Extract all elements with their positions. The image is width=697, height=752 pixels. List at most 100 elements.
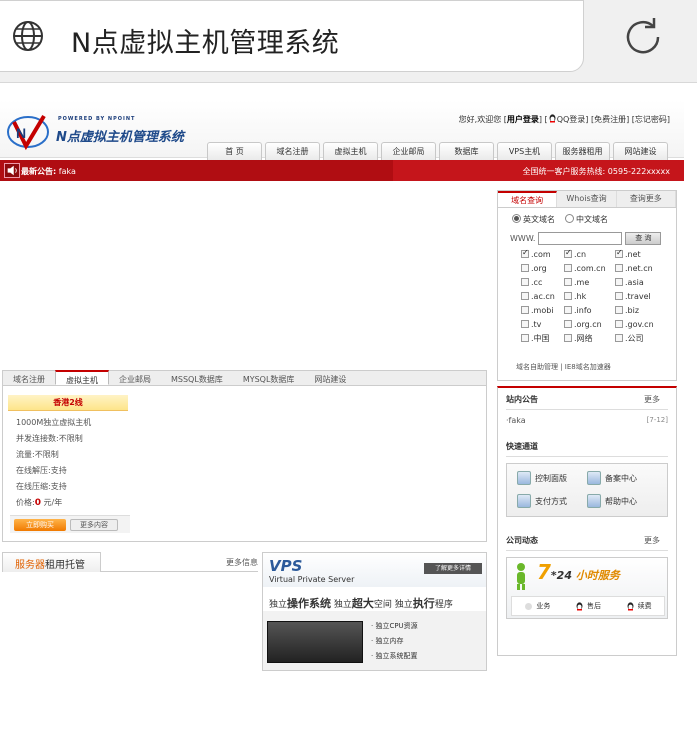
qq-login-link[interactable]: QQ登录 xyxy=(557,115,586,124)
checkbox-icon xyxy=(521,248,529,258)
qq-icon xyxy=(627,601,634,610)
checkbox-icon xyxy=(521,278,529,286)
nav-database[interactable]: 数据库 xyxy=(439,142,494,160)
quick-help[interactable]: 帮助中心 xyxy=(587,493,657,509)
tld-checkbox[interactable]: .me xyxy=(564,278,615,288)
tab-whois[interactable]: Whois查询 xyxy=(557,191,617,207)
greeting-text: 您好,欢迎您 [ xyxy=(458,115,507,124)
announce-date: [7-12] xyxy=(646,416,668,424)
domain-search-row: WWW. 查 询 xyxy=(510,232,662,245)
tld-checkbox[interactable]: .com xyxy=(521,248,564,260)
slogan-part: 超大 xyxy=(351,597,374,610)
service-business[interactable]: 业务 xyxy=(524,601,550,611)
tld-checkbox[interactable]: .公司 xyxy=(615,334,665,344)
control-panel-icon xyxy=(517,471,531,485)
tld-label: .com.cn xyxy=(574,264,606,273)
tab-domain-query[interactable]: 域名查询 xyxy=(498,191,558,207)
tld-label: .gov.cn xyxy=(625,320,654,329)
reload-icon[interactable] xyxy=(620,14,666,60)
tld-checkbox[interactable]: .org.cn xyxy=(564,320,615,330)
tab-query-more[interactable]: 查询更多 xyxy=(617,191,676,207)
tab-virtual-host[interactable]: 虚拟主机 xyxy=(55,370,109,385)
tab-mysql[interactable]: MYSQL数据库 xyxy=(233,371,305,386)
quick-payment[interactable]: 支付方式 xyxy=(517,493,587,509)
nav-virtual-host[interactable]: 虚拟主机 xyxy=(323,142,378,160)
server-tab[interactable]: 服务器租用托管 xyxy=(2,552,101,572)
free-register-link[interactable]: 免费注册 xyxy=(594,115,626,124)
host-title: 香港2线 xyxy=(8,395,128,411)
nav-domain[interactable]: 域名注册 xyxy=(265,142,320,160)
nav-home[interactable]: 首 页 xyxy=(207,142,262,160)
tld-checkbox[interactable]: .org xyxy=(521,264,564,274)
domain-search-button[interactable]: 查 询 xyxy=(625,232,662,245)
user-links: 您好,欢迎您 [用户登录] [QQ登录] [免费注册] [忘记密码] xyxy=(459,114,670,125)
nav-website[interactable]: 网站建设 xyxy=(613,142,668,160)
domain-type-radios: 英文域名 中文域名 xyxy=(512,214,608,225)
user-login-link[interactable]: 用户登录 xyxy=(507,115,539,124)
vps-details-button[interactable]: 了解更多详情 xyxy=(424,563,482,574)
more-content-button[interactable]: 更多内容 xyxy=(70,519,118,531)
tld-checkbox[interactable]: .ac.cn xyxy=(521,292,564,302)
tld-checkbox[interactable]: .biz xyxy=(615,306,665,316)
service-renew[interactable]: 续费 xyxy=(626,601,652,611)
tld-checkbox[interactable]: .中国 xyxy=(521,334,564,344)
server-more-link[interactable]: 更多信息 xyxy=(226,557,258,568)
tld-checkbox[interactable]: .hk xyxy=(564,292,615,302)
tld-checkbox[interactable]: .mobi xyxy=(521,306,564,316)
web-page: N POWERED BY NPOINT N点虚拟主机管理系统 您好,欢迎您 [用… xyxy=(0,96,697,752)
news-more-link[interactable]: 更多 xyxy=(644,535,660,546)
tab-mail[interactable]: 企业邮局 xyxy=(109,371,161,386)
svg-text:N: N xyxy=(16,125,26,141)
tab-domain[interactable]: 域名注册 xyxy=(3,371,55,386)
tld-label: .ac.cn xyxy=(531,292,555,301)
tld-label: .公司 xyxy=(625,334,644,343)
checkbox-icon xyxy=(564,292,572,300)
checkbox-icon xyxy=(564,334,572,342)
radio-chinese[interactable]: 中文域名 xyxy=(565,214,608,225)
tld-checkbox[interactable]: .cn xyxy=(564,248,615,260)
notice-text: 最新公告: faka xyxy=(21,166,76,177)
notice-bar: 最新公告: faka 全国统一客户服务热线: 0595-222xxxxx xyxy=(0,160,684,181)
announce-item[interactable]: ·faka [7-12] xyxy=(506,416,668,425)
tab-mssql[interactable]: MSSQL数据库 xyxy=(161,371,233,386)
right-info-panel: 站内公告 更多 ·faka [7-12] 快速通道 控制面版 备案中心 支付方式 帮… xyxy=(497,386,677,656)
product-tabs: 域名注册 虚拟主机 企业邮局 MSSQL数据库 MYSQL数据库 网站建设 xyxy=(3,370,486,386)
tab-website[interactable]: 网站建设 xyxy=(304,371,356,386)
nav-mail[interactable]: 企业邮局 xyxy=(381,142,436,160)
tld-checkbox[interactable]: .tv xyxy=(521,320,564,330)
tld-checkbox[interactable]: .gov.cn xyxy=(615,320,665,330)
checkbox-icon xyxy=(615,334,623,342)
nav-vps[interactable]: VPS主机 xyxy=(497,142,552,160)
quick-control-panel[interactable]: 控制面版 xyxy=(517,470,587,486)
domain-search-box: 域名查询 Whois查询 查询更多 英文域名 中文域名 WWW. 查 询 .co… xyxy=(497,190,677,381)
tld-checkbox[interactable]: .网络 xyxy=(564,334,615,344)
tld-checkbox[interactable]: .cc xyxy=(521,278,564,288)
tld-checkbox[interactable]: .net xyxy=(615,248,665,260)
qq-icon xyxy=(525,602,533,610)
buy-now-button[interactable]: 立即购买 xyxy=(14,519,66,531)
tld-checkbox[interactable]: .info xyxy=(564,306,615,316)
service-aftersales[interactable]: 售后 xyxy=(575,601,601,611)
announce-more-link[interactable]: 更多 xyxy=(644,394,660,405)
domain-links[interactable]: 域名自助管理 | IE8域名加速器 xyxy=(516,362,611,372)
notice-item[interactable]: faka xyxy=(59,167,76,176)
vps-banner[interactable]: VPS Virtual Private Server 了解更多详情 独立操作系统… xyxy=(262,552,487,671)
company-news: 公司动态 更多 7*24 小时服务 业务 售后 续费 xyxy=(498,535,676,619)
tld-checkbox[interactable]: .net.cn xyxy=(615,264,665,274)
forgot-password-link[interactable]: 忘记密码 xyxy=(635,115,667,124)
site-logo[interactable]: N POWERED BY NPOINT N点虚拟主机管理系统 xyxy=(6,112,196,154)
hotline: 全国统一客户服务热线: 0595-222xxxxx xyxy=(393,160,684,181)
address-bar[interactable]: N点虚拟主机管理系统 xyxy=(0,0,584,72)
tld-checkbox[interactable]: .asia xyxy=(615,278,665,288)
tld-checkbox[interactable]: .com.cn xyxy=(564,264,615,274)
quick-record-center[interactable]: 备案中心 xyxy=(587,470,657,486)
tld-label: .org xyxy=(531,264,547,273)
domain-input[interactable] xyxy=(538,232,623,245)
qq-icon xyxy=(576,601,583,610)
tld-checkbox[interactable]: .travel xyxy=(615,292,665,302)
nav-server[interactable]: 服务器租用 xyxy=(555,142,610,160)
radio-english[interactable]: 英文域名 xyxy=(512,214,555,225)
checkbox-icon xyxy=(564,278,572,286)
checkbox-icon xyxy=(615,278,623,286)
tld-checkboxes: .com.cn.net.org.com.cn.net.cn.cc.me.asia… xyxy=(521,248,671,344)
